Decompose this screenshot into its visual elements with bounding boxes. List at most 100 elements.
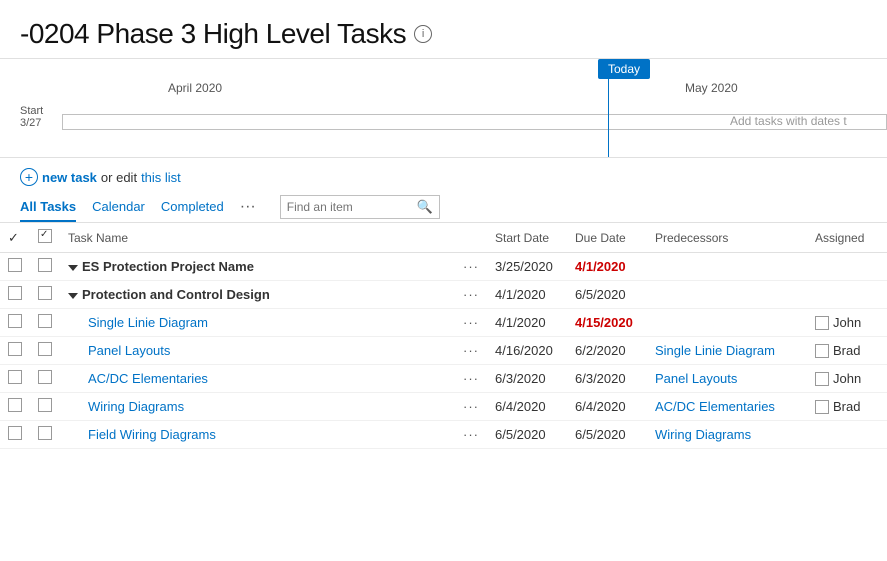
checkbox2-icon[interactable] xyxy=(38,314,52,328)
checkbox-icon[interactable] xyxy=(8,398,22,412)
assign-checkbox[interactable] xyxy=(815,400,829,414)
start-date-cell: 4/16/2020 xyxy=(487,337,567,365)
row-checkbox[interactable] xyxy=(0,337,30,365)
row-dots-menu[interactable]: ··· xyxy=(455,337,487,365)
checkbox-icon[interactable] xyxy=(8,286,22,300)
row-dots-menu[interactable]: ··· xyxy=(455,309,487,337)
dots-icon[interactable]: ··· xyxy=(463,371,479,386)
tab-calendar[interactable]: Calendar xyxy=(92,193,145,222)
row-checkbox2[interactable] xyxy=(30,365,60,393)
task-name-text[interactable]: Panel Layouts xyxy=(88,343,170,358)
checkbox2-icon[interactable] xyxy=(38,370,52,384)
predecessors-cell xyxy=(647,281,807,309)
row-dots-menu[interactable]: ··· xyxy=(455,281,487,309)
assigned-cell: John xyxy=(807,309,887,337)
assign-checkbox[interactable] xyxy=(815,316,829,330)
search-icon[interactable]: 🔍 xyxy=(417,199,433,215)
row-checkbox2[interactable] xyxy=(30,309,60,337)
row-checkbox[interactable] xyxy=(0,309,30,337)
assign-checkbox[interactable] xyxy=(815,344,829,358)
task-name-cell: ES Protection Project Name xyxy=(60,253,455,281)
search-input[interactable] xyxy=(287,200,417,214)
row-checkbox2[interactable] xyxy=(30,253,60,281)
task-name-text[interactable]: Single Linie Diagram xyxy=(88,315,208,330)
checkbox2-icon[interactable] xyxy=(38,258,52,272)
tabs-more-dots[interactable]: ··· xyxy=(240,192,256,222)
predecessor-link[interactable]: AC/DC Elementaries xyxy=(655,399,775,414)
task-name-cell: Panel Layouts xyxy=(60,337,455,365)
task-name-text[interactable]: Field Wiring Diagrams xyxy=(88,427,216,442)
search-box[interactable]: 🔍 xyxy=(280,195,440,219)
table-row: ES Protection Project Name···3/25/20204/… xyxy=(0,253,887,281)
row-dots-menu[interactable]: ··· xyxy=(455,421,487,449)
due-date-cell: 6/2/2020 xyxy=(567,337,647,365)
dots-icon[interactable]: ··· xyxy=(463,399,479,414)
assign-name-text: John xyxy=(833,371,861,386)
task-name-cell: Field Wiring Diagrams xyxy=(60,421,455,449)
due-date-cell: 4/1/2020 xyxy=(567,253,647,281)
checkbox2-icon[interactable] xyxy=(38,426,52,440)
row-checkbox[interactable] xyxy=(0,421,30,449)
tab-completed[interactable]: Completed xyxy=(161,193,224,222)
new-task-plus-icon: + xyxy=(20,168,38,186)
checkbox-icon[interactable] xyxy=(8,370,22,384)
assign-name-text: Brad xyxy=(833,343,860,358)
collapse-triangle-icon[interactable] xyxy=(68,293,78,299)
info-icon[interactable]: i xyxy=(414,25,432,43)
gantt-start-label: Start xyxy=(20,105,43,117)
tab-all-tasks[interactable]: All Tasks xyxy=(20,193,76,222)
assigned-cell: Brad xyxy=(807,393,887,421)
row-checkbox[interactable] xyxy=(0,253,30,281)
assigned-cell: John xyxy=(807,365,887,393)
task-name-cell: Single Linie Diagram xyxy=(60,309,455,337)
header-check: ✓ xyxy=(0,223,30,253)
dots-icon[interactable]: ··· xyxy=(463,343,479,358)
due-date-cell: 4/15/2020 xyxy=(567,309,647,337)
assigned-cell xyxy=(807,281,887,309)
predecessor-link[interactable]: Panel Layouts xyxy=(655,371,737,386)
row-checkbox2[interactable] xyxy=(30,281,60,309)
row-checkbox[interactable] xyxy=(0,365,30,393)
new-task-bar: + new task or edit this list xyxy=(0,158,887,192)
checkbox-icon[interactable] xyxy=(8,314,22,328)
table-row: AC/DC Elementaries···6/3/20206/3/2020Pan… xyxy=(0,365,887,393)
dots-icon[interactable]: ··· xyxy=(463,427,479,442)
checkbox2-icon[interactable] xyxy=(38,342,52,356)
edit-list-link[interactable]: this list xyxy=(141,170,181,185)
header-due-date: Due Date xyxy=(567,223,647,253)
row-dots-menu[interactable]: ··· xyxy=(455,365,487,393)
checkbox2-icon[interactable] xyxy=(38,398,52,412)
row-checkbox2[interactable] xyxy=(30,421,60,449)
task-name-text[interactable]: Wiring Diagrams xyxy=(88,399,184,414)
predecessor-link[interactable]: Wiring Diagrams xyxy=(655,427,751,442)
checkbox2-icon[interactable] xyxy=(38,286,52,300)
row-dots-menu[interactable]: ··· xyxy=(455,253,487,281)
gantt-add-tasks-text: Add tasks with dates t xyxy=(730,114,847,128)
assign-checkbox[interactable] xyxy=(815,372,829,386)
checkbox-icon[interactable] xyxy=(8,426,22,440)
predecessors-cell: Single Linie Diagram xyxy=(647,337,807,365)
task-name-cell: Protection and Control Design xyxy=(60,281,455,309)
row-dots-menu[interactable]: ··· xyxy=(455,393,487,421)
dots-icon[interactable]: ··· xyxy=(463,259,479,274)
today-button[interactable]: Today xyxy=(598,59,650,79)
predecessors-cell xyxy=(647,309,807,337)
predecessors-cell xyxy=(647,253,807,281)
gantt-today-line xyxy=(608,77,609,158)
predecessors-cell: AC/DC Elementaries xyxy=(647,393,807,421)
header-dots xyxy=(455,223,487,253)
row-checkbox[interactable] xyxy=(0,393,30,421)
row-checkbox2[interactable] xyxy=(30,337,60,365)
row-checkbox[interactable] xyxy=(0,281,30,309)
checkbox-icon[interactable] xyxy=(8,342,22,356)
row-checkbox2[interactable] xyxy=(30,393,60,421)
dots-icon[interactable]: ··· xyxy=(463,287,479,302)
collapse-triangle-icon[interactable] xyxy=(68,265,78,271)
predecessor-link[interactable]: Single Linie Diagram xyxy=(655,343,775,358)
new-task-link[interactable]: new task xyxy=(42,170,97,185)
header-checkbox-icon[interactable] xyxy=(38,229,52,243)
table-header-row: ✓ Task Name Start Date Due Date Predeces… xyxy=(0,223,887,253)
checkbox-icon[interactable] xyxy=(8,258,22,272)
dots-icon[interactable]: ··· xyxy=(463,315,479,330)
task-name-text[interactable]: AC/DC Elementaries xyxy=(88,371,208,386)
